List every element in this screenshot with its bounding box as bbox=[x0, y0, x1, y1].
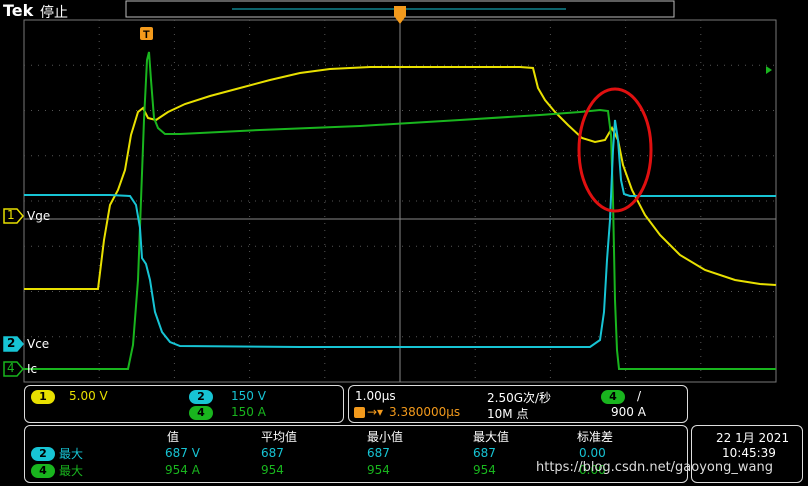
meas-row2-max: 954 bbox=[473, 463, 496, 477]
trigger-delay: 3.380000µs bbox=[389, 405, 461, 419]
ch1-marker-number: 1 bbox=[7, 208, 15, 222]
meas-row2-value: 954 A bbox=[165, 463, 200, 477]
meas-row1-type: 最大 bbox=[59, 447, 84, 461]
meas-header-min: 最小值 bbox=[367, 430, 404, 444]
ch4-marker-number: 4 bbox=[7, 361, 15, 375]
meas-row1-value: 687 V bbox=[165, 446, 200, 460]
ch2-label: Vce bbox=[27, 337, 50, 351]
trigger-slope: / bbox=[637, 389, 642, 403]
ch4-label: Ic bbox=[27, 362, 38, 376]
ch4-badge: 4 bbox=[189, 406, 213, 420]
meas-row1-stddev: 0.00 bbox=[579, 446, 606, 460]
date-display: 22 1月 2021 bbox=[716, 431, 790, 445]
ch1-scale: 5.00 V bbox=[69, 389, 108, 403]
vertical-scale-panel[interactable]: 1 5.00 V 2 150 V 4 150 A bbox=[24, 385, 344, 423]
meas-row1-mean: 687 bbox=[261, 446, 284, 460]
meas-header-value: 值 bbox=[167, 430, 180, 444]
trigger-position-marker bbox=[394, 6, 406, 24]
meas-row2-type: 最大 bbox=[59, 464, 84, 478]
trigger-point-label: T bbox=[143, 29, 150, 41]
record-length: 10M 点 bbox=[487, 407, 529, 421]
trigger-delay-icon bbox=[354, 407, 365, 418]
meas-header-max: 最大值 bbox=[473, 430, 510, 444]
meas-row1-min: 687 bbox=[367, 446, 390, 460]
annotation-ellipse bbox=[577, 87, 653, 213]
trigger-delay-arrow-icon: →▾ bbox=[367, 405, 384, 419]
ch1-badge: 1 bbox=[31, 390, 55, 404]
meas-header-mean: 平均值 bbox=[261, 430, 298, 444]
ch2-badge: 2 bbox=[189, 390, 213, 404]
meas-header-stddev: 标准差 bbox=[577, 430, 614, 444]
ch4-scale: 150 A bbox=[231, 405, 266, 419]
trigger-level-marker bbox=[766, 66, 772, 74]
ch2-scale: 150 V bbox=[231, 389, 266, 403]
meas-row1-badge: 2 bbox=[31, 447, 55, 461]
trigger-level: 900 A bbox=[611, 405, 646, 419]
trigger-source-badge: 4 bbox=[601, 390, 625, 404]
watermark-text: https://blog.csdn.net/gaoyong_wang bbox=[536, 460, 773, 475]
ch1-label: Vge bbox=[27, 209, 51, 223]
ch2-marker-number: 2 bbox=[7, 336, 16, 350]
meas-row2-min: 954 bbox=[367, 463, 390, 477]
timebase-trigger-panel[interactable]: 1.00µs 2.50G次/秒 4 / →▾ 3.380000µs 10M 点 … bbox=[348, 385, 688, 423]
meas-row1-max: 687 bbox=[473, 446, 496, 460]
sample-rate: 2.50G次/秒 bbox=[487, 391, 552, 405]
time-display: 10:45:39 bbox=[722, 446, 776, 460]
meas-row2-badge: 4 bbox=[31, 464, 55, 478]
time-per-div: 1.00µs bbox=[355, 389, 396, 403]
oscilloscope-screen: Tek 停止 T 1 Vge 2 Vce 4 Ic 1 5.00 V 2 150… bbox=[0, 0, 808, 486]
meas-row2-mean: 954 bbox=[261, 463, 284, 477]
